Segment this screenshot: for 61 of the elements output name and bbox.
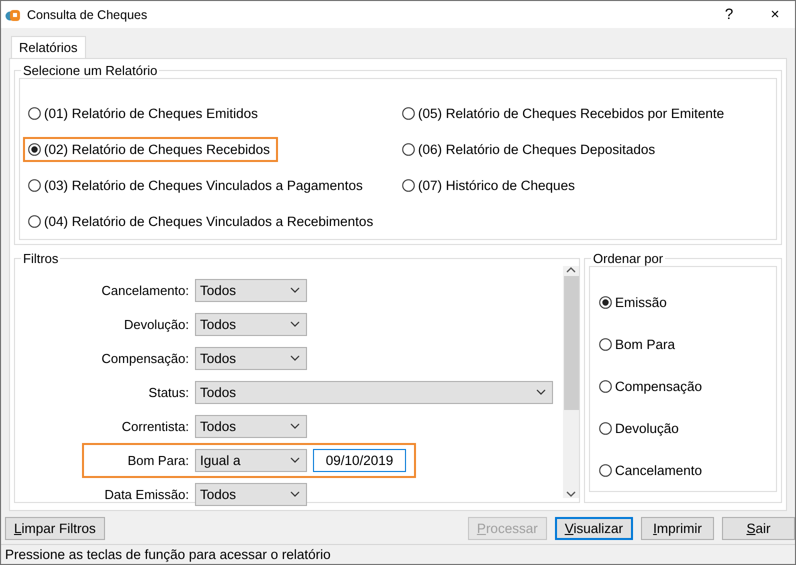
action-button[interactable]: Visualizar (554, 517, 633, 540)
dropdown[interactable]: Todos (195, 312, 307, 336)
field-label: Compensação: (100, 350, 189, 366)
chevron-down-icon (290, 355, 300, 361)
dropdown[interactable]: Todos (195, 278, 307, 302)
radio-button[interactable] (28, 106, 41, 120)
chevron-down-icon (536, 389, 546, 395)
radio-button[interactable] (28, 142, 41, 156)
group-title: Selecione um Relatório (22, 63, 158, 78)
scrollbar[interactable] (563, 266, 579, 498)
radio-option[interactable]: (02) Relatório de Cheques Recebidos (23, 136, 278, 162)
help-button[interactable]: ? (709, 6, 749, 23)
radio-button[interactable] (402, 178, 415, 192)
dropdown[interactable]: Igual a (195, 448, 307, 472)
date-field[interactable]: 09/10/2019 (313, 448, 406, 472)
radio-button[interactable] (402, 142, 415, 156)
radio-option[interactable]: (03) Relatório de Cheques Vinculados a Pagamentos (23, 172, 371, 198)
field-label: Bom Para: (126, 452, 189, 468)
action-button[interactable]: Sair (722, 517, 795, 540)
action-button[interactable]: Limpar Filtros (5, 517, 105, 540)
tab[interactable]: Relatórios (11, 36, 86, 58)
scroll-up-icon[interactable] (566, 266, 576, 274)
status-bar: Pressione as teclas de função para acessar o relatório (1, 544, 795, 564)
radio-button[interactable] (599, 464, 612, 477)
radio-option[interactable]: (04) Relatório de Cheques Vinculados a Recebimentos (23, 208, 382, 234)
field-label: Status: (148, 384, 189, 400)
radio-option[interactable]: Devolução (594, 416, 687, 441)
field-label: Cancelamento: (100, 282, 189, 298)
window-title: Consulta de Cheques (27, 8, 148, 22)
scroll-down-icon[interactable] (566, 490, 576, 498)
radio-option[interactable]: (05) Relatório de Cheques Recebidos por Emitente (397, 100, 732, 126)
radio-button[interactable] (28, 214, 41, 228)
chevron-down-icon (290, 423, 300, 429)
action-button[interactable]: Imprimir (641, 517, 714, 540)
radio-button[interactable] (28, 178, 41, 192)
chevron-down-icon (290, 491, 300, 497)
chevron-down-icon (290, 287, 300, 293)
radio-option[interactable]: Bom Para (594, 332, 684, 357)
radio-option[interactable]: (01) Relatório de Cheques Emitidos (23, 100, 266, 126)
close-button[interactable]: × (755, 6, 795, 23)
dropdown[interactable]: Todos (195, 380, 553, 404)
radio-button[interactable] (599, 296, 612, 309)
chevron-down-icon (290, 457, 300, 463)
group-title: Ordenar por (592, 251, 664, 266)
chevron-down-icon (290, 321, 300, 327)
field-label: Devolução: (122, 316, 189, 332)
radio-button[interactable] (599, 422, 612, 435)
radio-button[interactable] (599, 380, 612, 393)
radio-option[interactable]: Emissão (594, 290, 675, 315)
field-label: Data Emissão: (103, 486, 189, 502)
radio-button[interactable] (599, 338, 612, 351)
radio-button[interactable] (402, 106, 415, 120)
group-title: Filtros (22, 251, 60, 266)
field-label: Correntista: (120, 418, 189, 434)
radio-option[interactable]: Cancelamento (594, 458, 710, 483)
radio-option[interactable]: Compensação (594, 374, 710, 399)
dropdown[interactable]: Todos (195, 346, 307, 370)
radio-option[interactable]: (07) Histórico de Cheques (397, 172, 583, 198)
dropdown[interactable]: Todos (195, 414, 307, 438)
dropdown[interactable]: Todos (195, 482, 307, 506)
radio-option[interactable]: (06) Relatório de Cheques Depositados (397, 136, 664, 162)
